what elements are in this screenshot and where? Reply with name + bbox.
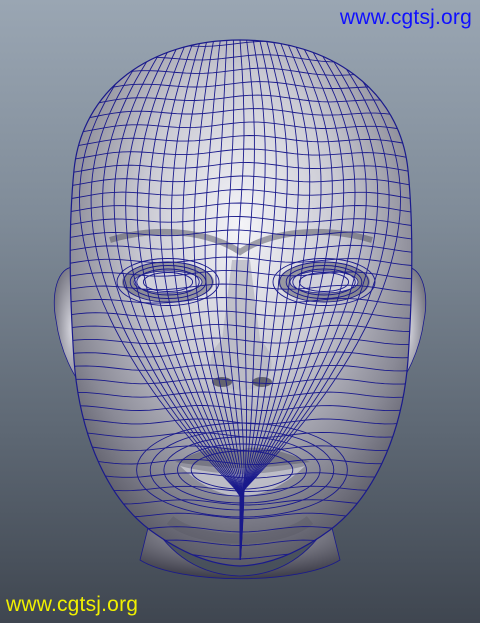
head-wireframe-model	[53, 39, 427, 580]
3d-viewport: www.cgtsj.org www.cgtsj.org	[0, 0, 480, 623]
right-nostril	[252, 377, 272, 387]
watermark-top-right: www.cgtsj.org	[339, 6, 472, 29]
watermark-bottom-left: www.cgtsj.org	[6, 593, 139, 616]
